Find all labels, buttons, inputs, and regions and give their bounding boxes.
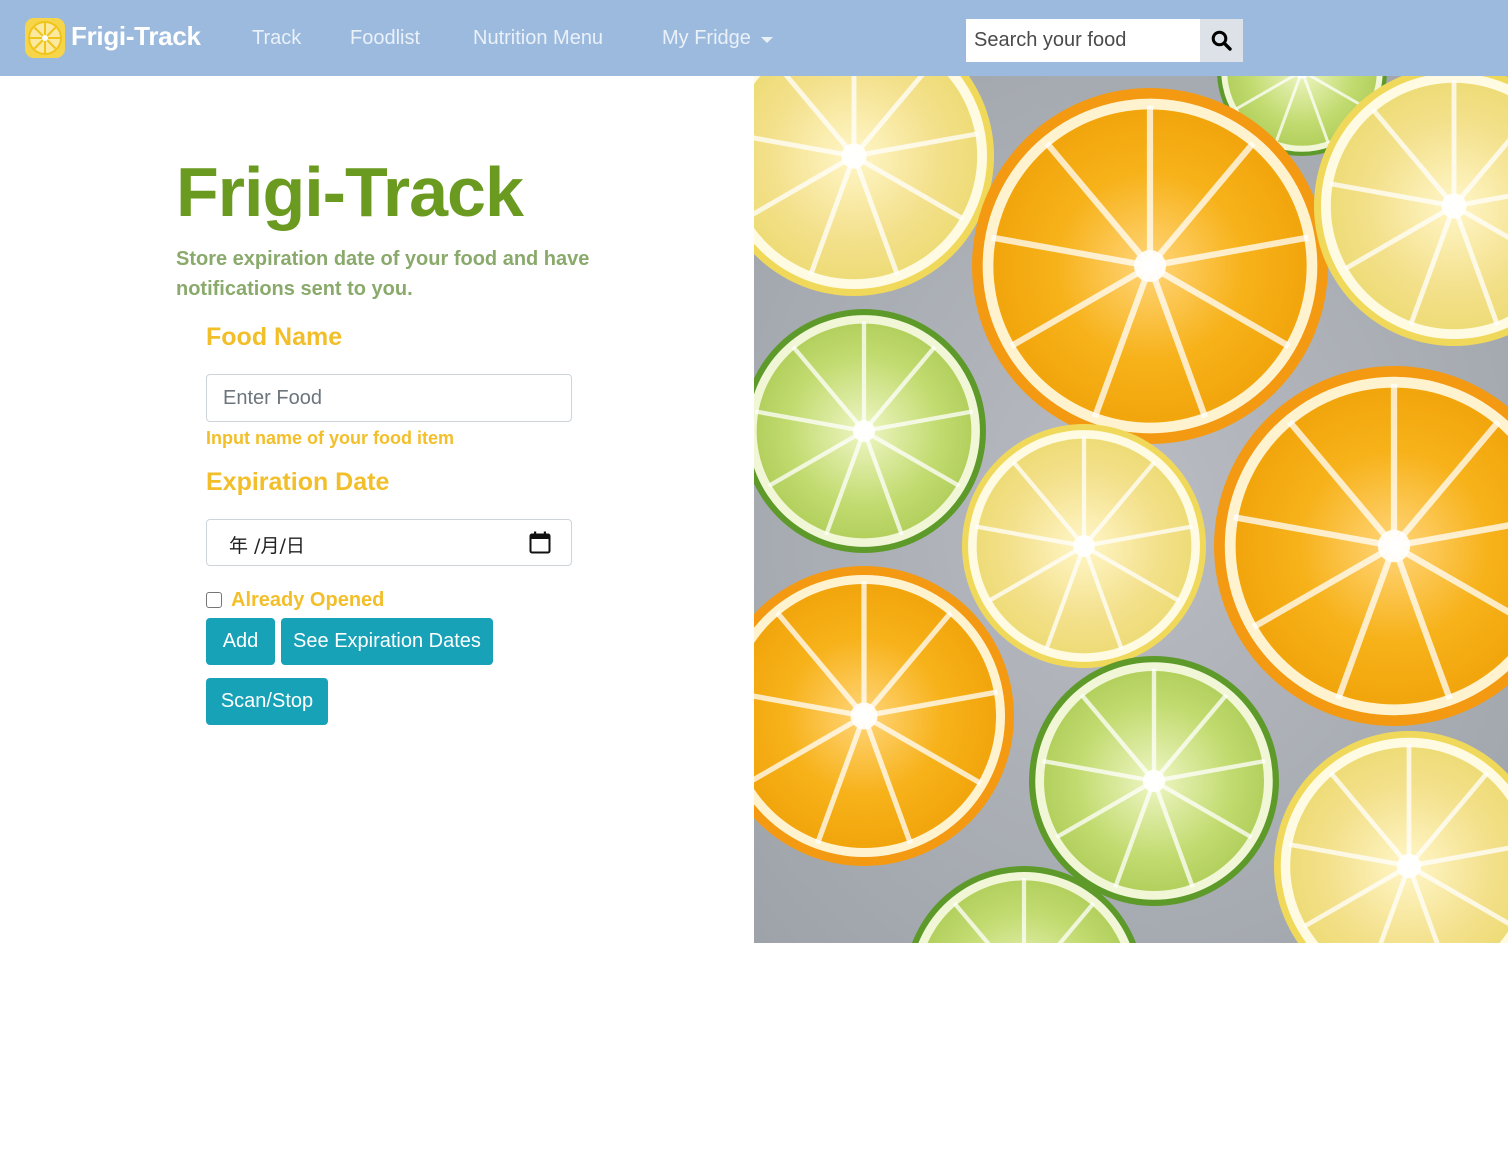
expiration-date-input[interactable]: 年 /月/日: [206, 519, 572, 566]
nav-dropdown-my-fridge[interactable]: My Fridge: [662, 27, 773, 50]
calendar-icon[interactable]: [529, 531, 551, 554]
food-name-label: Food Name: [206, 323, 343, 351]
page-subtitle: Store expiration date of your food and h…: [176, 248, 590, 300]
nav-dropdown-label: My Fridge: [662, 27, 751, 49]
food-name-help-text: Input name of your food item: [206, 428, 454, 448]
nav-link-track[interactable]: Track: [252, 27, 301, 50]
scan-stop-button[interactable]: Scan/Stop: [206, 678, 328, 725]
nav-link-nutrition-menu[interactable]: Nutrition Menu: [473, 27, 603, 50]
lemon-slice-icon: [25, 18, 65, 58]
brand[interactable]: Frigi-Track: [25, 18, 201, 58]
navbar: Frigi-Track Track Foodlist Nutrition Men…: [0, 0, 1508, 76]
already-opened-label[interactable]: Already Opened: [231, 589, 384, 612]
food-name-input[interactable]: [206, 374, 572, 422]
expiration-date-label: Expiration Date: [206, 468, 390, 496]
search-button[interactable]: [1200, 19, 1243, 62]
search-icon: [1211, 30, 1232, 51]
nav-link-foodlist[interactable]: Foodlist: [350, 27, 420, 50]
caret-down-icon: [760, 36, 773, 43]
search-input[interactable]: [966, 19, 1200, 62]
date-placeholder: 年 /月/日: [229, 535, 305, 557]
page-title: Frigi-Track: [176, 153, 524, 231]
see-expiration-dates-button[interactable]: See Expiration Dates: [281, 618, 493, 665]
add-button[interactable]: Add: [206, 618, 275, 665]
citrus-slices-photo: [754, 76, 1508, 943]
already-opened-checkbox[interactable]: [206, 592, 222, 608]
brand-name: Frigi-Track: [71, 20, 201, 51]
